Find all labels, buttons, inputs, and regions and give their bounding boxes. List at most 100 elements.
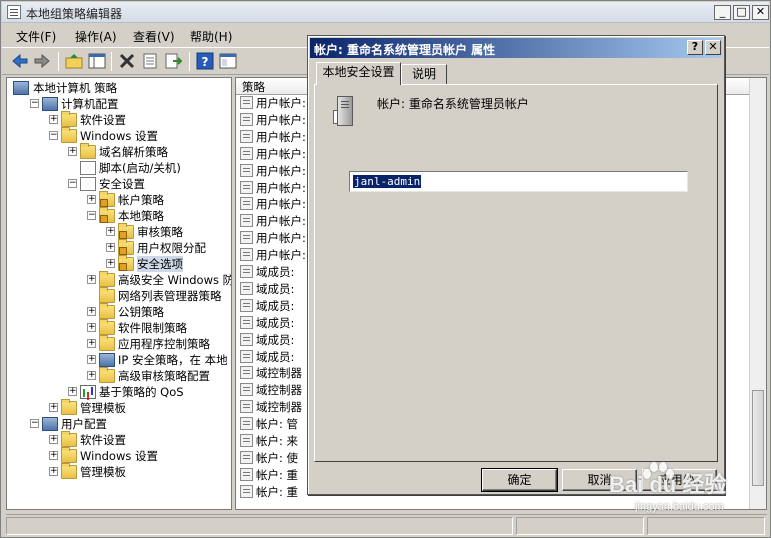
lock-folder-icon [118, 223, 134, 239]
policy-item-icon [240, 214, 253, 228]
properties-dialog: 帐户: 重命名系统管理员帐户 属性 ? ✕ 本地安全设置 说明 帐户: 重命名系… [307, 35, 725, 495]
export-list-icon[interactable] [164, 52, 183, 70]
tree-item-label: 用户权限分配 [137, 241, 206, 255]
tree-item-label: 软件设置 [80, 433, 126, 447]
policy-server-icon [333, 96, 359, 128]
minimize-button[interactable]: _ [714, 5, 731, 20]
policy-item-icon [240, 248, 253, 262]
dialog-title: 帐户: 重命名系统管理员帐户 属性 [314, 43, 496, 57]
menu-file[interactable]: 文件(F) [16, 28, 56, 45]
folder-icon [99, 303, 115, 319]
folder-icon [61, 399, 77, 415]
collapse-icon[interactable]: − [30, 99, 39, 108]
expand-icon[interactable]: + [49, 467, 58, 476]
list-item-label: 域成员: [256, 281, 295, 296]
menu-action[interactable]: 操作(A) [75, 28, 117, 45]
policy-item-icon [240, 281, 253, 295]
vertical-scrollbar[interactable] [749, 78, 766, 509]
help-icon[interactable]: ? [196, 52, 214, 70]
administrator-name-input[interactable]: janl-admin [349, 171, 688, 192]
main-window: 本地组策略编辑器 _ □ ✕ 文件(F) 操作(A) 查看(V) 帮助(H) ?… [0, 0, 771, 538]
dialog-title-bar: 帐户: 重命名系统管理员帐户 属性 ? ✕ [310, 38, 722, 58]
close-button[interactable]: ✕ [752, 5, 769, 20]
policy-item-icon [240, 467, 253, 481]
show-hide-pane-icon[interactable] [219, 52, 237, 70]
list-item-label: 用户帐户: [256, 197, 306, 212]
policy-item-icon [240, 383, 253, 397]
collapse-icon[interactable]: − [87, 211, 96, 220]
expand-icon[interactable]: + [87, 275, 96, 284]
policy-item-icon [240, 265, 253, 278]
folder-icon [99, 367, 115, 383]
watermark-url: jingyan.baidu.com [635, 501, 724, 513]
computer-icon [42, 97, 58, 111]
list-item-label: 帐户: 使 [256, 450, 299, 465]
list-item-label: 域控制器 [256, 366, 302, 381]
menu-help[interactable]: 帮助(H) [190, 28, 232, 45]
dialog-help-button[interactable]: ? [687, 40, 703, 55]
folder-icon [99, 271, 115, 287]
tree-item-label: 脚本(启动/关机) [99, 161, 181, 175]
list-item-label: 用户帐户: [256, 231, 306, 246]
list-item-label: 域控制器 [256, 400, 302, 415]
expand-icon[interactable]: + [49, 435, 58, 444]
expand-icon[interactable]: + [87, 355, 96, 364]
console-tree-icon[interactable] [88, 52, 106, 70]
tab-explain[interactable]: 说明 [401, 64, 447, 84]
policy-item-icon [240, 112, 253, 126]
list-item-label: 帐户: 来 [256, 434, 299, 448]
dialog-close-button[interactable]: ✕ [705, 40, 721, 55]
folder-icon [61, 447, 77, 463]
list-item-label: 用户帐户: [256, 248, 306, 263]
collapse-icon[interactable]: − [68, 179, 77, 188]
list-item-label: 域成员: [256, 265, 295, 279]
properties-icon[interactable] [141, 52, 159, 70]
tree-item-label: 网络列表管理器策略 [118, 289, 222, 303]
expand-icon[interactable]: + [49, 451, 58, 460]
expand-icon[interactable]: + [68, 147, 77, 156]
policy-item-icon [240, 417, 253, 431]
tab-local-security-setting[interactable]: 本地安全设置 [316, 62, 401, 85]
lock-folder-icon [118, 239, 134, 255]
list-item-label: 域成员: [256, 332, 295, 347]
ok-button[interactable]: 确定 [481, 468, 558, 492]
menu-view[interactable]: 查看(V) [133, 28, 175, 45]
expand-icon[interactable]: + [87, 195, 96, 204]
expand-icon[interactable]: + [87, 371, 96, 380]
policy-item-icon [240, 400, 253, 414]
folder-icon [80, 143, 96, 159]
admin-name-value: janl-admin [353, 175, 422, 188]
collapse-icon[interactable]: − [49, 131, 58, 140]
policy-item-icon [240, 349, 253, 363]
up-folder-icon[interactable] [65, 52, 83, 70]
policy-item-icon [240, 197, 253, 211]
policy-item-icon [240, 180, 253, 194]
lock-folder-icon [99, 191, 115, 207]
expand-icon[interactable]: + [106, 243, 115, 252]
expand-icon[interactable]: + [87, 323, 96, 332]
tree-item-label: 高级安全 Windows 防火 [118, 273, 231, 287]
expand-icon[interactable]: + [106, 259, 115, 268]
policy-name: 帐户: 重命名系统管理员帐户 [377, 97, 529, 111]
window-title: 本地组策略编辑器 [26, 7, 123, 21]
tree-item-label: 安全选项 [137, 256, 183, 272]
policy-item-icon [240, 315, 253, 329]
policy-item-icon [240, 450, 253, 464]
expand-icon[interactable]: + [49, 403, 58, 412]
expand-icon[interactable]: + [87, 339, 96, 348]
expand-icon[interactable]: + [68, 387, 77, 396]
security-icon [80, 177, 96, 191]
expand-icon[interactable]: + [87, 307, 96, 316]
maximize-button[interactable]: □ [733, 5, 750, 20]
expand-icon[interactable]: + [106, 227, 115, 236]
list-item-label: 域成员: [256, 298, 295, 313]
forward-arrow-icon[interactable] [33, 52, 51, 70]
delete-icon[interactable] [118, 52, 136, 70]
expand-icon[interactable]: + [49, 115, 58, 124]
collapse-icon[interactable]: − [30, 419, 39, 428]
list-item-label: 用户帐户: [256, 214, 306, 229]
user-icon [42, 417, 58, 431]
tab-panel: 帐户: 重命名系统管理员帐户 janl-admin [314, 84, 718, 462]
tree-item-label: 本地策略 [118, 209, 164, 223]
back-arrow-icon[interactable] [11, 52, 29, 70]
